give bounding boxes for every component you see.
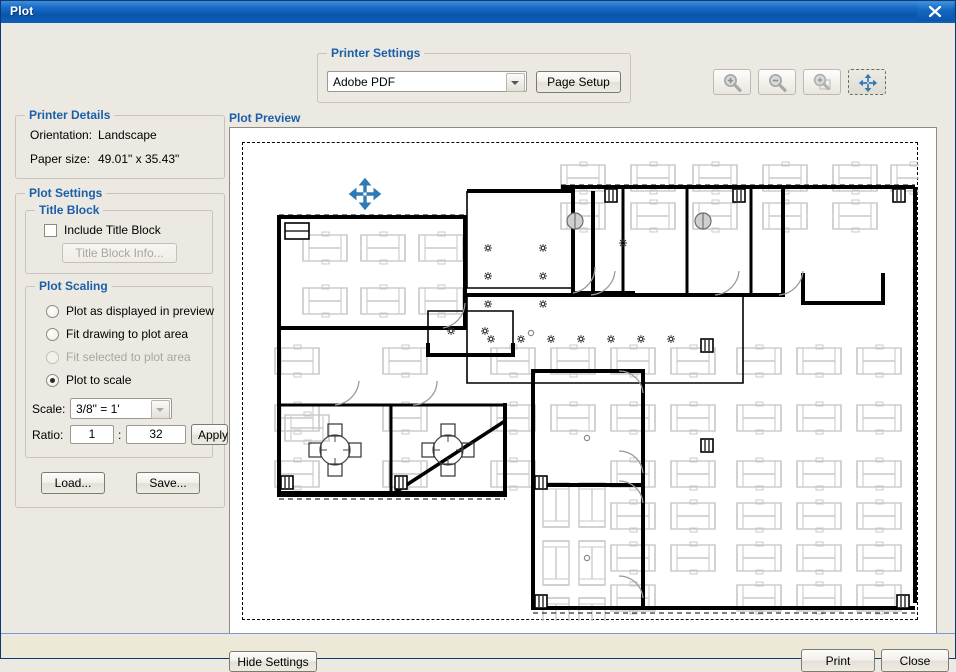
- close-button[interactable]: Close: [881, 649, 949, 672]
- load-settings-button[interactable]: Load...: [41, 472, 105, 494]
- ratio-separator: :: [118, 428, 122, 442]
- zoom-fit-button[interactable]: [803, 69, 841, 95]
- page-boundary: [242, 142, 919, 621]
- printer-details-group: Printer Details Orientation: Landscape P…: [15, 108, 225, 179]
- printer-details-legend: Printer Details: [25, 108, 115, 122]
- title-bar: Plot: [1, 1, 955, 24]
- orientation-value: Landscape: [98, 128, 157, 142]
- include-title-block-checkbox[interactable]: [44, 224, 57, 237]
- ratio-label: Ratio:: [32, 428, 64, 442]
- apply-scale-button[interactable]: Apply: [191, 424, 228, 445]
- include-title-block-label: Include Title Block: [64, 223, 161, 237]
- radio-fit-selected: [46, 351, 59, 364]
- radio-plot-as-displayed-label: Plot as displayed in preview: [66, 304, 215, 318]
- title-block-group: Title Block Include Title Block Title Bl…: [25, 203, 213, 274]
- hide-settings-button[interactable]: Hide Settings: [229, 651, 317, 672]
- preview-toolbar: [713, 69, 893, 97]
- chevron-down-icon: [156, 408, 164, 412]
- radio-fit-drawing[interactable]: [46, 328, 59, 341]
- title-block-info-button[interactable]: Title Block Info...: [62, 243, 177, 263]
- status-strip: [1, 633, 955, 637]
- zoom-out-button[interactable]: [758, 69, 796, 95]
- chevron-down-icon: [511, 81, 519, 85]
- furniture-layer: [274, 161, 919, 621]
- scale-select-value: 3/8" = 1': [76, 402, 120, 416]
- plot-scaling-group: Plot Scaling Plot as displayed in previe…: [25, 279, 228, 458]
- plot-settings-legend: Plot Settings: [25, 186, 107, 200]
- close-icon: [929, 6, 942, 17]
- ratio-denominator-input[interactable]: 32: [126, 425, 186, 444]
- printer-settings-group: Printer Settings Adobe PDF Page Setup: [317, 46, 631, 103]
- paper-size-label: Paper size:: [30, 152, 91, 166]
- scale-select[interactable]: 3/8" = 1': [70, 398, 172, 419]
- printer-select[interactable]: Adobe PDF: [327, 71, 527, 92]
- radio-fit-selected-label: Fit selected to plot area: [66, 350, 191, 364]
- dialog-body: Printer Settings Adobe PDF Page Setup Pr…: [1, 23, 955, 672]
- zoom-in-icon: [724, 74, 742, 92]
- zoom-in-button[interactable]: [713, 69, 751, 95]
- plot-settings-group: Plot Settings Title Block Include Title …: [15, 186, 228, 508]
- walls-layer: [277, 184, 917, 614]
- floor-plan-drawing: [274, 161, 919, 621]
- close-window-button[interactable]: [917, 2, 953, 21]
- plot-preview-group: Plot Preview: [229, 111, 937, 636]
- radio-fit-drawing-label: Fit drawing to plot area: [66, 327, 189, 341]
- plot-scaling-legend: Plot Scaling: [35, 279, 112, 293]
- print-button[interactable]: Print: [801, 649, 875, 672]
- pan-tool-button[interactable]: [848, 69, 886, 95]
- paper-size-value: 49.01" x 35.43": [98, 152, 180, 166]
- zoom-out-icon: [769, 74, 787, 92]
- page-setup-button[interactable]: Page Setup: [536, 71, 621, 93]
- title-block-legend: Title Block: [35, 203, 104, 217]
- radio-plot-as-displayed[interactable]: [46, 305, 59, 318]
- scale-select-arrow[interactable]: [151, 400, 170, 419]
- plot-preview-legend: Plot Preview: [229, 111, 301, 125]
- pan-cursor-icon: [348, 177, 382, 211]
- plot-dialog: Plot Printer Settings Adobe PDF Page Set…: [0, 0, 956, 672]
- radio-plot-to-scale[interactable]: [46, 374, 59, 387]
- plot-preview-canvas[interactable]: [229, 127, 937, 636]
- printer-select-arrow[interactable]: [506, 73, 525, 92]
- orientation-label: Orientation:: [30, 128, 93, 142]
- printer-settings-legend: Printer Settings: [327, 46, 425, 60]
- zoom-fit-icon: [813, 73, 831, 91]
- radio-plot-to-scale-label: Plot to scale: [66, 373, 132, 387]
- save-settings-button[interactable]: Save...: [136, 472, 200, 494]
- window-title: Plot: [10, 4, 34, 18]
- scale-label: Scale:: [32, 402, 66, 416]
- ratio-numerator-input[interactable]: 1: [70, 425, 114, 444]
- printer-select-value: Adobe PDF: [333, 75, 396, 89]
- pan-icon: [858, 73, 878, 93]
